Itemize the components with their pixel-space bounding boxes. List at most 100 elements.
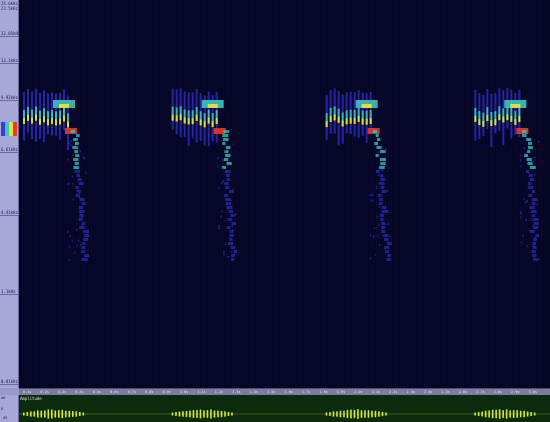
- spectral-energy: [250, 0, 251, 388]
- spectral-energy: [121, 0, 122, 388]
- spectral-energy: [81, 202, 86, 205]
- freq-tick-label: 6.61kHz: [1, 147, 18, 152]
- spectral-energy: [207, 117, 210, 124]
- spectral-energy: [230, 214, 234, 217]
- spectral-energy: [231, 224, 233, 227]
- spectral-energy: [418, 0, 419, 388]
- spectral-energy: [377, 234, 379, 237]
- spectral-energy: [82, 156, 85, 159]
- time-tick-label: 1.2s: [214, 390, 224, 394]
- spectral-energy: [59, 104, 69, 108]
- spectral-energy: [274, 0, 275, 388]
- spectral-energy: [232, 229, 234, 232]
- spectral-energy: [531, 202, 536, 205]
- waveform-burst: [206, 410, 209, 418]
- spectral-energy: [388, 167, 390, 170]
- spectral-energy: [409, 0, 410, 388]
- spectral-energy: [233, 250, 237, 253]
- spectral-energy: [187, 0, 188, 388]
- spectral-energy: [478, 119, 481, 126]
- time-tick-label: 2.1s: [371, 390, 381, 394]
- freq-tick-label: 1.1kHz: [1, 289, 16, 294]
- spectral-energy: [226, 178, 231, 181]
- spectral-energy: [328, 0, 329, 388]
- spectral-energy: [377, 138, 381, 141]
- spectral-energy: [80, 250, 86, 253]
- spectral-energy: [220, 0, 221, 388]
- amp-tick-label: 0: [1, 407, 4, 411]
- spectral-energy: [196, 0, 197, 388]
- spectral-energy: [229, 238, 233, 241]
- spectral-energy: [378, 224, 380, 227]
- waveform-burst: [329, 412, 331, 416]
- spectral-energy: [527, 182, 532, 185]
- spectral-energy: [233, 253, 235, 256]
- spectral-energy: [23, 117, 25, 124]
- spectrogram-view[interactable]: [19, 0, 550, 388]
- spectral-energy: [382, 210, 389, 213]
- spectral-energy: [373, 227, 376, 230]
- spectral-energy: [79, 150, 81, 153]
- spectral-energy: [222, 167, 225, 170]
- spectral-energy: [310, 0, 311, 388]
- waveform-burst: [332, 411, 335, 417]
- waveform-burst: [68, 410, 71, 418]
- spectral-energy: [28, 0, 29, 388]
- amplitude-panel[interactable]: dB 0 -99 Amplitude: [0, 395, 550, 422]
- waveform-burst: [481, 411, 483, 417]
- waveform-burst: [509, 410, 511, 418]
- spectral-energy: [361, 104, 372, 108]
- spectral-energy: [22, 0, 23, 388]
- time-tick-label: 2.9s: [511, 390, 520, 394]
- spectral-energy: [230, 199, 232, 202]
- spectral-energy: [530, 166, 536, 169]
- spectral-energy: [523, 197, 525, 200]
- spectral-energy: [397, 0, 398, 388]
- spectral-energy: [207, 104, 218, 108]
- spectral-energy: [380, 178, 385, 181]
- spectral-energy: [220, 215, 222, 218]
- waveform-burst: [498, 409, 501, 419]
- waveform-burst: [217, 410, 219, 418]
- waveform-burst: [33, 411, 36, 417]
- spectral-energy: [522, 234, 524, 237]
- spectral-energy: [61, 0, 62, 388]
- spectral-energy: [85, 0, 86, 388]
- spectral-energy: [68, 182, 70, 185]
- waveform-burst: [224, 411, 226, 417]
- spectral-energy: [537, 258, 540, 261]
- spectral-energy: [534, 156, 536, 159]
- spectral-energy: [361, 0, 362, 388]
- spectral-energy: [380, 186, 385, 189]
- spectral-energy: [498, 114, 501, 121]
- spectral-energy: [490, 119, 493, 126]
- spectral-energy: [68, 245, 71, 248]
- spectral-energy: [31, 117, 33, 124]
- spectral-energy: [375, 170, 380, 173]
- spectral-energy: [384, 148, 387, 151]
- spectral-energy: [511, 0, 512, 388]
- spectral-energy: [224, 170, 231, 173]
- spectral-energy: [227, 218, 233, 221]
- spectral-energy: [533, 258, 538, 261]
- spectral-energy: [466, 0, 467, 388]
- spectral-energy: [373, 235, 375, 238]
- spectral-energy: [175, 115, 178, 122]
- spectral-energy: [112, 0, 113, 388]
- spectral-energy: [534, 236, 537, 239]
- spectral-energy: [226, 162, 232, 165]
- spectral-energy: [75, 153, 77, 156]
- spectral-energy: [68, 142, 71, 145]
- time-tick-label: 1.4s: [249, 390, 259, 394]
- spectral-energy: [528, 194, 533, 197]
- spectral-energy: [527, 150, 531, 153]
- time-tick-label: 1.9s: [336, 390, 346, 394]
- spectral-energy: [340, 0, 341, 388]
- waveform-burst: [26, 411, 29, 417]
- spectral-energy: [214, 0, 215, 388]
- spectral-energy: [217, 165, 219, 168]
- spectral-energy: [421, 0, 422, 388]
- spectral-energy: [371, 193, 374, 196]
- waveform-burst: [523, 410, 525, 418]
- spectral-energy: [378, 182, 385, 185]
